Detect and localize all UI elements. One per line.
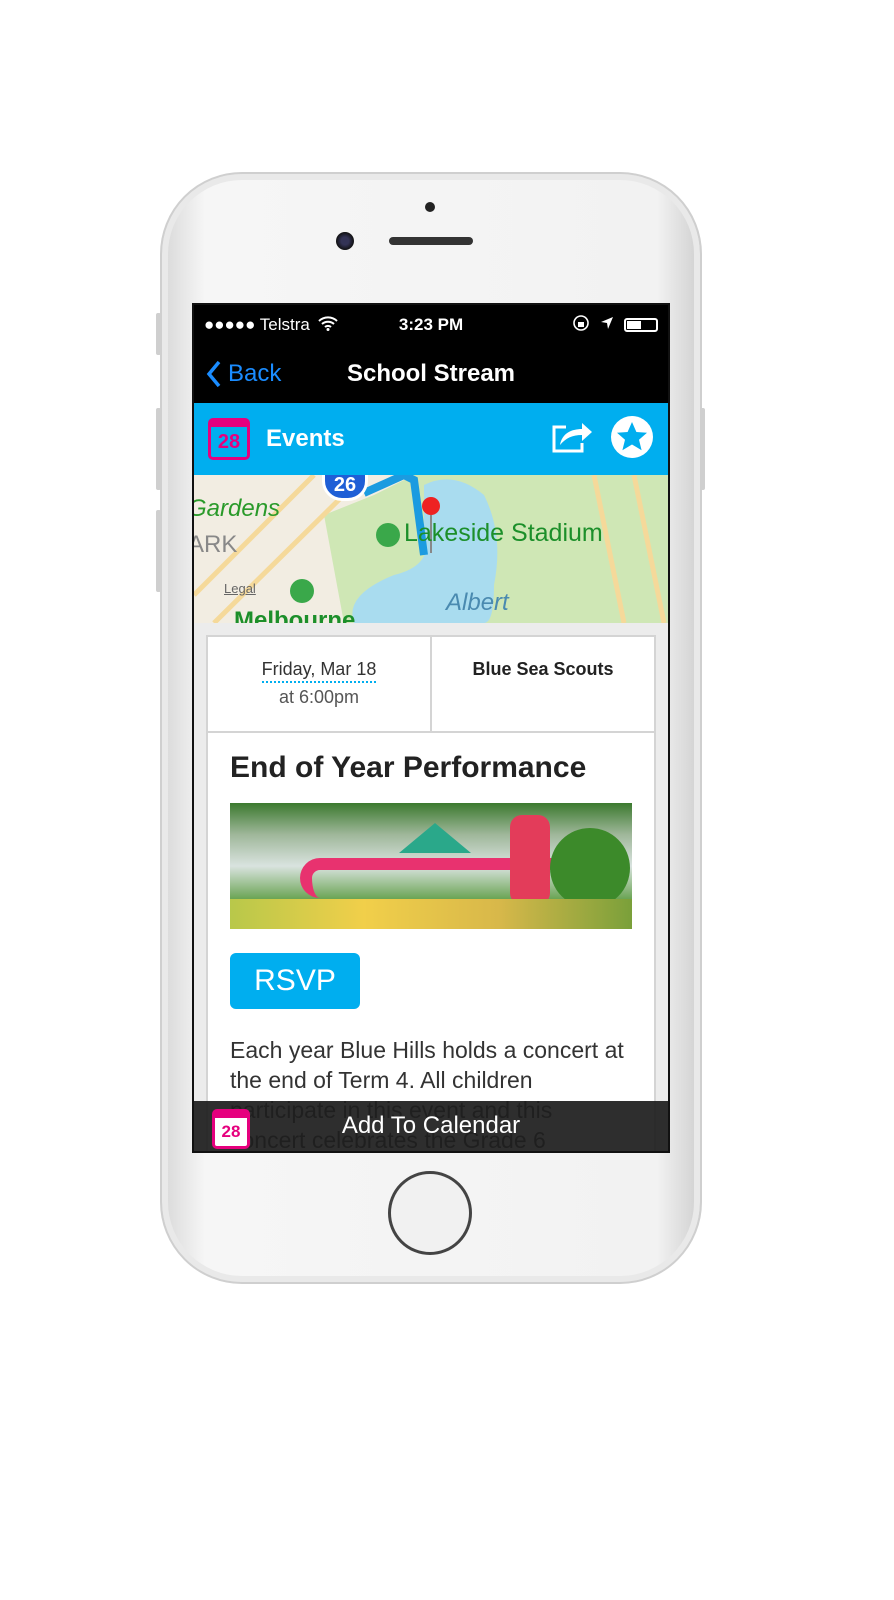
event-title: End of Year Performance xyxy=(230,751,587,784)
power-button xyxy=(700,408,705,490)
map-label: Albert xyxy=(446,589,509,616)
legal-link[interactable]: Legal xyxy=(224,581,256,596)
event-date[interactable]: Friday, Mar 18 xyxy=(261,659,377,683)
section-bar: 28 Events xyxy=(194,403,668,475)
clock: 3:23 PM xyxy=(398,315,464,334)
map-label: ARK xyxy=(194,531,238,558)
section-title: Events xyxy=(266,425,345,452)
event-card: Friday, Mar 18 at 6:00pm Blue Sea Scouts… xyxy=(206,635,656,1151)
volume-up-button xyxy=(156,408,161,490)
front-camera xyxy=(336,232,354,250)
event-organizer: Blue Sea Scouts xyxy=(430,637,654,731)
stadium-icon xyxy=(376,523,400,547)
map-label: Lakeside Stadium xyxy=(404,519,603,547)
event-time: at 6:00pm xyxy=(278,687,360,707)
sensor xyxy=(425,202,435,212)
add-to-calendar-button[interactable]: 28 Add To Calendar xyxy=(194,1101,668,1151)
speaker xyxy=(389,237,473,245)
map-pin-icon[interactable] xyxy=(422,497,440,515)
calendar-icon: 28 xyxy=(212,1109,250,1149)
calendar-icon: 28 xyxy=(208,418,250,460)
stadium-icon xyxy=(290,579,314,603)
rsvp-button[interactable]: RSVP xyxy=(230,953,360,1009)
add-to-calendar-label: Add To Calendar xyxy=(341,1112,521,1139)
event-content: Friday, Mar 18 at 6:00pm Blue Sea Scouts… xyxy=(194,623,668,1151)
star-icon[interactable] xyxy=(610,415,654,464)
status-bar: ●●●●● Telstra 3:23 PM xyxy=(194,305,668,345)
home-button[interactable] xyxy=(388,1171,472,1255)
volume-down-button xyxy=(156,510,161,592)
chevron-left-icon xyxy=(206,360,221,388)
battery-icon xyxy=(624,318,658,332)
map-label: Gardens xyxy=(194,495,281,522)
event-image xyxy=(230,803,632,929)
event-datetime: Friday, Mar 18 at 6:00pm xyxy=(208,637,430,731)
map[interactable]: 26 Gardens ARK Lakeside Stadium Legal Al… xyxy=(194,475,668,623)
nav-bar: Back School Stream xyxy=(194,345,668,403)
back-label: Back xyxy=(228,360,282,387)
map-label: Melbourne xyxy=(234,607,356,623)
share-icon[interactable] xyxy=(550,419,594,460)
screen: ●●●●● Telstra 3:23 PM Back School Stream… xyxy=(192,303,670,1153)
mute-switch xyxy=(156,313,161,355)
back-button[interactable]: Back xyxy=(206,360,281,388)
